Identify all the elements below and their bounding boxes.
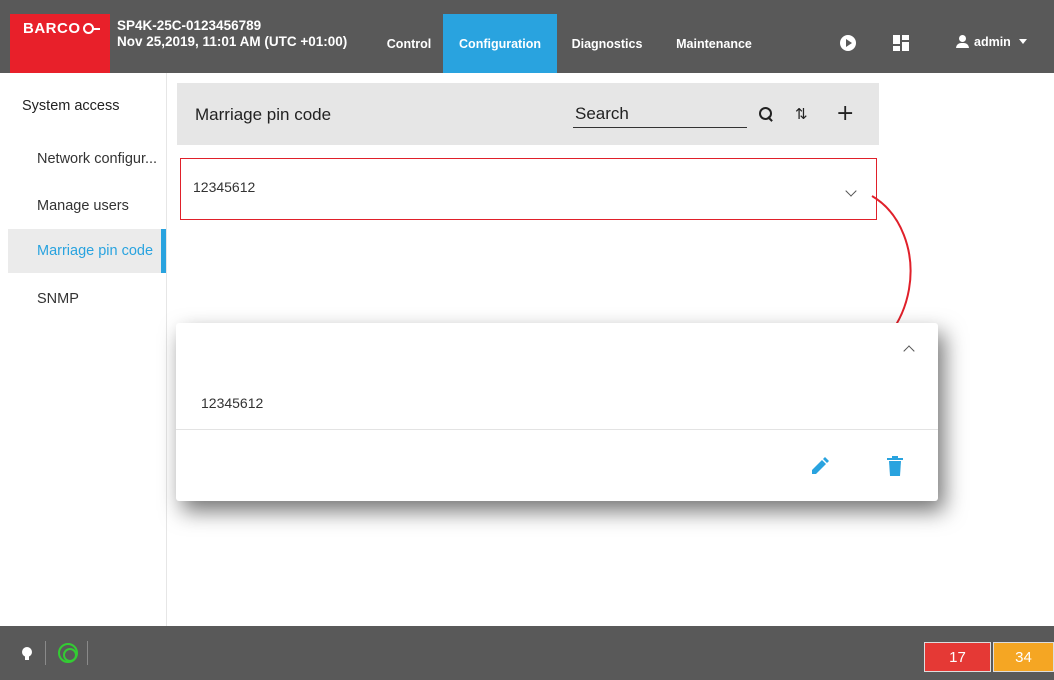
sidebar: System access Network configur... Manage…	[0, 73, 167, 626]
search-icon[interactable]	[758, 106, 774, 122]
search-input[interactable]	[573, 100, 747, 128]
chevron-up-icon[interactable]	[903, 345, 915, 357]
list-item-value: 12345612	[193, 179, 256, 195]
device-name: SP4K-25C-0123456789	[117, 18, 262, 33]
dashboard-icon[interactable]	[893, 35, 909, 51]
card-value: 12345612	[201, 395, 264, 411]
divider	[176, 429, 938, 430]
username: admin	[974, 34, 1011, 49]
list-header: Marriage pin code ⇅ +	[177, 83, 879, 145]
sort-icon[interactable]: ⇅	[795, 105, 808, 123]
page-title: Marriage pin code	[195, 105, 332, 124]
caret-down-icon	[1018, 39, 1027, 44]
delete-icon[interactable]	[887, 456, 903, 476]
add-icon[interactable]: +	[836, 101, 854, 126]
divider	[45, 641, 46, 665]
user-icon	[955, 34, 970, 49]
sidebar-title: System access	[22, 98, 120, 114]
tab-control[interactable]: Control	[378, 14, 440, 73]
sidebar-item-snmp[interactable]: SNMP	[8, 277, 166, 321]
status-ok-icon[interactable]	[58, 643, 78, 663]
tab-configuration[interactable]: Configuration	[443, 14, 557, 73]
edit-icon[interactable]	[810, 456, 830, 476]
user-menu[interactable]: admin	[955, 34, 1027, 49]
list-item[interactable]: 12345612	[180, 158, 877, 220]
play-icon[interactable]	[840, 35, 856, 51]
sidebar-item-manage-users[interactable]: Manage users	[8, 184, 166, 228]
sidebar-item-network-configuration[interactable]: Network configur...	[8, 137, 166, 181]
barco-logo-text: BARCO	[23, 20, 100, 37]
status-bar: 17 34	[0, 626, 1054, 680]
error-count-badge[interactable]: 17	[924, 642, 991, 672]
top-bar: BARCO SP4K-25C-0123456789 Nov 25,2019, 1…	[0, 0, 1054, 73]
device-datetime: Nov 25,2019, 11:01 AM (UTC +01:00)	[117, 34, 348, 49]
warning-count-badge[interactable]: 34	[993, 642, 1054, 672]
expanded-card: 12345612	[176, 323, 938, 501]
lightbulb-icon[interactable]	[21, 646, 33, 662]
tab-maintenance[interactable]: Maintenance	[664, 14, 764, 73]
sidebar-item-marriage-pin-code[interactable]: Marriage pin code	[8, 229, 166, 273]
tab-diagnostics[interactable]: Diagnostics	[560, 14, 654, 73]
divider	[87, 641, 88, 665]
